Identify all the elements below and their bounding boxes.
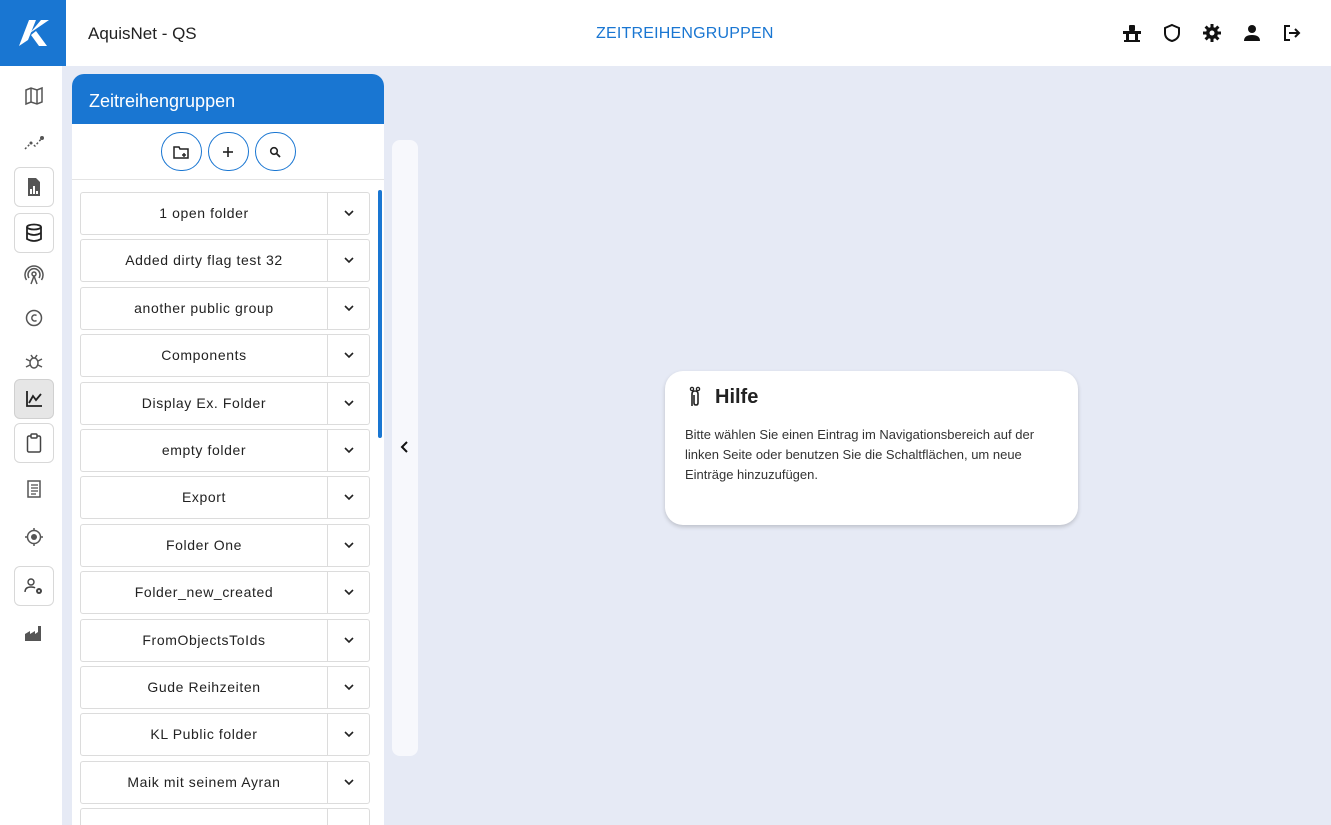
collapse-panel-button[interactable] — [392, 434, 418, 460]
list-item-label[interactable]: KL Public folder — [81, 714, 327, 755]
top-toolbar — [1121, 22, 1303, 44]
expand-button[interactable] — [327, 335, 369, 377]
expand-button[interactable] — [327, 287, 369, 329]
settings-icon[interactable] — [1201, 22, 1223, 44]
expand-button[interactable] — [327, 477, 369, 519]
list-item-label[interactable] — [81, 809, 327, 825]
expand-button[interactable] — [327, 666, 369, 708]
expand-button[interactable] — [327, 572, 369, 614]
list-item-label[interactable]: Export — [81, 477, 327, 518]
expand-button[interactable] — [327, 240, 369, 282]
chevron-down-icon — [343, 210, 354, 217]
list-item-label[interactable]: FromObjectsToIds — [81, 620, 327, 661]
report-icon[interactable] — [14, 167, 54, 207]
top-bar: AquisNet - QS ZEITREIHENGRUPPEN — [0, 0, 1331, 66]
search-button[interactable] — [254, 132, 296, 171]
list-item[interactable]: Maik mit seinem Ayran — [80, 760, 370, 804]
trend-icon[interactable] — [14, 123, 54, 163]
main-area: Zeitreihengruppen 1 open folder Added dir… — [62, 66, 1331, 825]
app-logo[interactable] — [0, 0, 66, 66]
chart-icon[interactable] — [14, 379, 54, 419]
expand-button[interactable] — [327, 619, 369, 661]
expand-button[interactable] — [327, 809, 369, 825]
bug-icon[interactable] — [14, 342, 54, 382]
list-item[interactable]: Display Ex. Folder — [80, 381, 370, 425]
list-item-label[interactable]: empty folder — [81, 430, 327, 471]
collapse-strip — [392, 140, 418, 756]
chevron-down-icon — [343, 494, 354, 501]
page-title: ZEITREIHENGRUPPEN — [596, 25, 774, 42]
scrollbar[interactable] — [378, 190, 382, 438]
chevron-down-icon — [343, 636, 354, 643]
copyright-icon[interactable] — [14, 298, 54, 338]
chevron-down-icon — [343, 305, 354, 311]
list-item-label[interactable]: another public group — [81, 288, 327, 329]
chevron-left-icon — [400, 441, 408, 453]
help-title: Hilfe — [715, 385, 759, 408]
navigation-panel: Zeitreihengruppen 1 open folder Added dir… — [72, 74, 384, 825]
paperclip-icon — [689, 386, 701, 406]
target-icon[interactable] — [14, 517, 54, 557]
help-card: Hilfe Bitte wählen Sie einen Eintrag im … — [665, 371, 1078, 525]
database-icon[interactable] — [14, 213, 54, 253]
chevron-down-icon — [343, 257, 354, 264]
expand-button[interactable] — [327, 714, 369, 756]
list-item[interactable]: Added dirty flag test 32 — [80, 239, 370, 283]
chevron-down-icon — [343, 779, 354, 785]
logout-icon[interactable] — [1281, 22, 1303, 44]
chevron-down-icon — [343, 589, 354, 596]
add-icon — [223, 146, 233, 157]
expand-button[interactable] — [327, 382, 369, 424]
list-item-label[interactable]: 1 open folder — [81, 193, 327, 234]
list-item-label[interactable]: Gude Reihzeiten — [81, 667, 327, 708]
list-item[interactable]: Components — [80, 334, 370, 378]
list-item[interactable]: KL Public folder — [80, 713, 370, 757]
map-icon[interactable] — [14, 76, 54, 116]
add-button[interactable] — [207, 132, 249, 171]
new-folder-icon — [173, 145, 189, 159]
document-list-icon[interactable] — [14, 469, 54, 509]
user-settings-icon[interactable] — [14, 566, 54, 606]
expand-button[interactable] — [327, 524, 369, 566]
panel-title: Zeitreihengruppen — [72, 74, 384, 124]
expand-button[interactable] — [327, 429, 369, 471]
search-icon — [269, 146, 281, 158]
shield-icon[interactable] — [1161, 22, 1183, 44]
list-item-label[interactable]: Folder_new_created — [81, 572, 327, 613]
app-title: AquisNet - QS — [88, 24, 197, 43]
chevron-down-icon — [343, 542, 354, 548]
new-folder-button[interactable] — [160, 132, 202, 171]
user-icon[interactable] — [1241, 22, 1263, 44]
chevron-down-icon — [343, 684, 354, 691]
panel-toolbar — [72, 124, 384, 180]
list-item-label[interactable]: Display Ex. Folder — [81, 383, 327, 424]
list-item-label[interactable]: Folder One — [81, 525, 327, 566]
group-list: 1 open folder Added dirty flag test 32 ano… — [80, 192, 370, 825]
list-item[interactable]: Gude Reihzeiten — [80, 665, 370, 709]
help-text: Bitte wählen Sie einen Eintrag im Naviga… — [685, 427, 1035, 482]
list-item-label[interactable]: Components — [81, 335, 327, 376]
expand-button[interactable] — [327, 761, 369, 803]
list-item[interactable]: another public group — [80, 286, 370, 330]
list-item[interactable]: 1 open folder — [80, 192, 370, 235]
expand-button[interactable] — [327, 193, 369, 234]
logo-icon — [19, 20, 49, 46]
clipboard-icon[interactable] — [14, 423, 54, 463]
list-item[interactable]: empty folder — [80, 428, 370, 472]
factory-icon[interactable] — [14, 613, 54, 653]
chevron-down-icon — [343, 399, 354, 406]
workshop-icon[interactable] — [1121, 22, 1143, 44]
list-item[interactable]: Export — [80, 476, 370, 520]
chevron-down-icon — [343, 352, 354, 359]
list-item[interactable]: FromObjectsToIds — [80, 618, 370, 662]
chevron-down-icon — [343, 447, 354, 454]
list-item[interactable]: Folder_new_created — [80, 571, 370, 615]
list-item-label[interactable]: Added dirty flag test 32 — [81, 240, 327, 281]
sensor-icon[interactable] — [14, 255, 54, 295]
list-item-label[interactable]: Maik mit seinem Ayran — [81, 762, 327, 803]
list-item[interactable]: Folder One — [80, 523, 370, 567]
chevron-down-icon — [343, 731, 354, 738]
nav-rail — [0, 66, 62, 825]
list-item[interactable] — [80, 808, 370, 825]
